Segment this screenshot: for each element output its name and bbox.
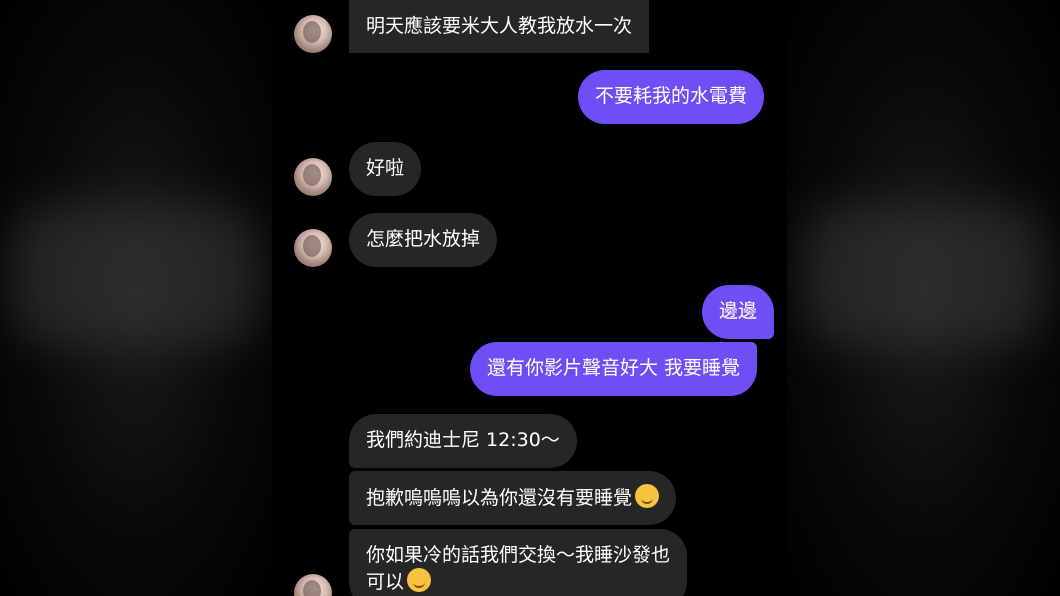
contact-avatar[interactable] — [294, 15, 332, 53]
contact-avatar[interactable] — [294, 574, 332, 596]
message-text: 怎麼把水放掉 — [366, 228, 481, 250]
outgoing-message[interactable]: 不要耗我的水電費 — [578, 70, 765, 124]
hot-face-emoji — [407, 568, 432, 592]
message-text-line-2: 可以 — [366, 571, 405, 593]
message-text: 我們約迪士尼 12:30～ — [366, 429, 560, 451]
incoming-message[interactable]: 抱歉嗚嗚嗚以為你還沒有要睡覺 — [349, 471, 677, 525]
incoming-message[interactable]: 怎麼把水放掉 — [349, 213, 498, 267]
incoming-message[interactable]: 明天應該要米大人教我放水一次 — [349, 0, 650, 53]
outgoing-message[interactable]: 邊邊 — [702, 285, 775, 339]
message-text: 抱歉嗚嗚嗚以為你還沒有要睡覺 — [366, 487, 633, 509]
chat-thread[interactable]: 明天應該要米大人教我放水一次 不要耗我的水電費 好啦 怎麼把水放掉 邊邊 還有你… — [272, 0, 787, 596]
message-text: 不要耗我的水電費 — [595, 85, 748, 107]
message-text: 邊邊 — [719, 300, 758, 322]
blurred-background-right — [787, 0, 1060, 596]
incoming-message[interactable]: 你如果冷的話我們交換～我睡沙發也 可以 — [349, 529, 688, 596]
message-text: 明天應該要米大人教我放水一次 — [366, 15, 633, 37]
message-text-line-1: 你如果冷的話我們交換～我睡沙發也 — [366, 544, 671, 566]
message-text: 還有你影片聲音好大 我要睡覺 — [487, 357, 741, 379]
message-text: 好啦 — [366, 157, 405, 179]
blurred-background-left — [0, 0, 272, 596]
crying-face-emoji — [635, 484, 660, 508]
incoming-message[interactable]: 好啦 — [349, 142, 422, 196]
incoming-message[interactable]: 我們約迪士尼 12:30～ — [349, 414, 577, 468]
contact-avatar[interactable] — [294, 158, 332, 196]
outgoing-message[interactable]: 還有你影片聲音好大 我要睡覺 — [470, 342, 758, 396]
contact-avatar[interactable] — [294, 229, 332, 267]
